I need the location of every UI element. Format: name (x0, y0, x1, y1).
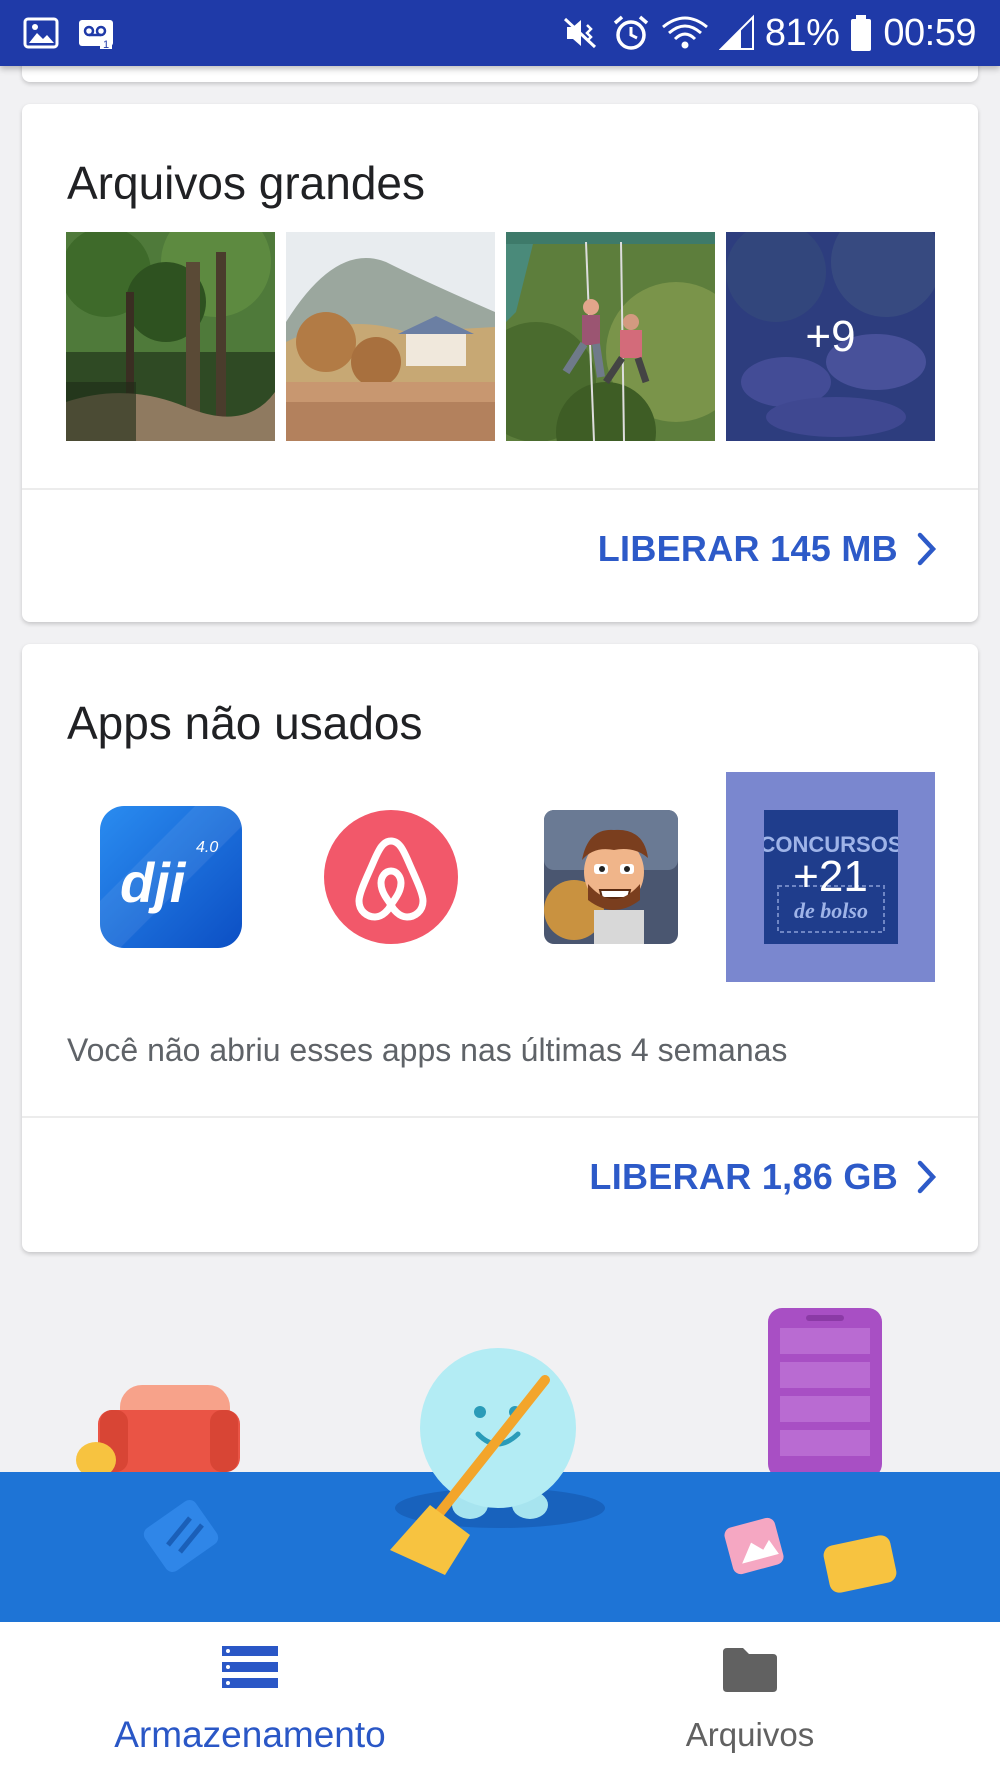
alarm-icon (613, 15, 648, 50)
clock: 00:59 (883, 11, 976, 54)
mute-vibrate-icon (563, 17, 596, 49)
nav-files-label: Arquivos (685, 1716, 815, 1753)
large-files-card: Arquivos grandes +9 LIBERAR 145 MB (22, 104, 978, 622)
large-files-divider (22, 488, 978, 490)
dji-logo-text: dji (120, 851, 187, 914)
status-bar-right: 81% 00:59 (561, 12, 976, 55)
thumbnail-forest-photo[interactable] (66, 232, 275, 441)
large-files-title: Arquivos grandes (67, 157, 425, 209)
large-files-more-count: +9 (726, 232, 935, 441)
free-unused-apps-label: LIBERAR 1,86 GB (589, 1156, 898, 1197)
battery-percentage: 81% (764, 11, 840, 54)
unused-apps-row: dji 4.0 CONCURSOS de bolso +21 (66, 772, 935, 982)
chevron-right-icon (917, 532, 937, 566)
unused-apps-more-count: +21 (793, 852, 868, 901)
nav-tab-storage[interactable]: Armazenamento (0, 1622, 500, 1778)
bottom-navigation: Armazenamento Arquivos (0, 1622, 1000, 1778)
thumbnail-rappel-photo[interactable] (506, 232, 715, 441)
unused-apps-note: Você não abriu esses apps nas últimas 4 … (67, 1032, 788, 1068)
voicemail-icon: 1 (79, 20, 113, 51)
unused-apps-title: Apps não usados (67, 697, 423, 749)
jetpack-joyride-app-icon[interactable] (506, 772, 715, 982)
free-large-files-button[interactable]: LIBERAR 145 MB (598, 528, 938, 570)
airbnb-app-icon[interactable] (286, 772, 495, 982)
free-unused-apps-button[interactable]: LIBERAR 1,86 GB (589, 1156, 938, 1198)
more-unused-apps[interactable]: CONCURSOS de bolso +21 (726, 772, 935, 982)
dji-app-icon[interactable]: dji 4.0 (66, 772, 275, 982)
wifi-icon (661, 16, 708, 49)
nav-storage-label: Armazenamento (114, 1714, 386, 1755)
large-files-thumbnails: +9 (66, 232, 935, 441)
thumbnail-mountain-house-photo[interactable] (286, 232, 495, 441)
folder-icon (723, 1648, 777, 1692)
free-large-files-label: LIBERAR 145 MB (597, 528, 898, 569)
unused-apps-divider (22, 1116, 978, 1118)
unused-apps-card: Apps não usados dji 4.0 CONCURSOS de bol… (22, 644, 978, 1252)
nav-tab-files[interactable]: Arquivos (500, 1622, 1000, 1778)
thumbnail-more-large-files[interactable]: +9 (726, 232, 935, 441)
status-bar: 1 81% 00:59 (0, 0, 1000, 66)
svg-text:1: 1 (103, 39, 109, 51)
battery-icon (851, 15, 872, 51)
status-bar-left: 1 (22, 13, 116, 53)
chevron-right-icon (917, 1160, 937, 1194)
cleanup-illustration (0, 1260, 1000, 1622)
signal-icon (718, 14, 754, 50)
storage-list-icon (222, 1646, 278, 1688)
dji-version-text: 4.0 (196, 839, 218, 856)
image-notification-icon (23, 17, 59, 49)
shelf-illustration (768, 1308, 882, 1478)
